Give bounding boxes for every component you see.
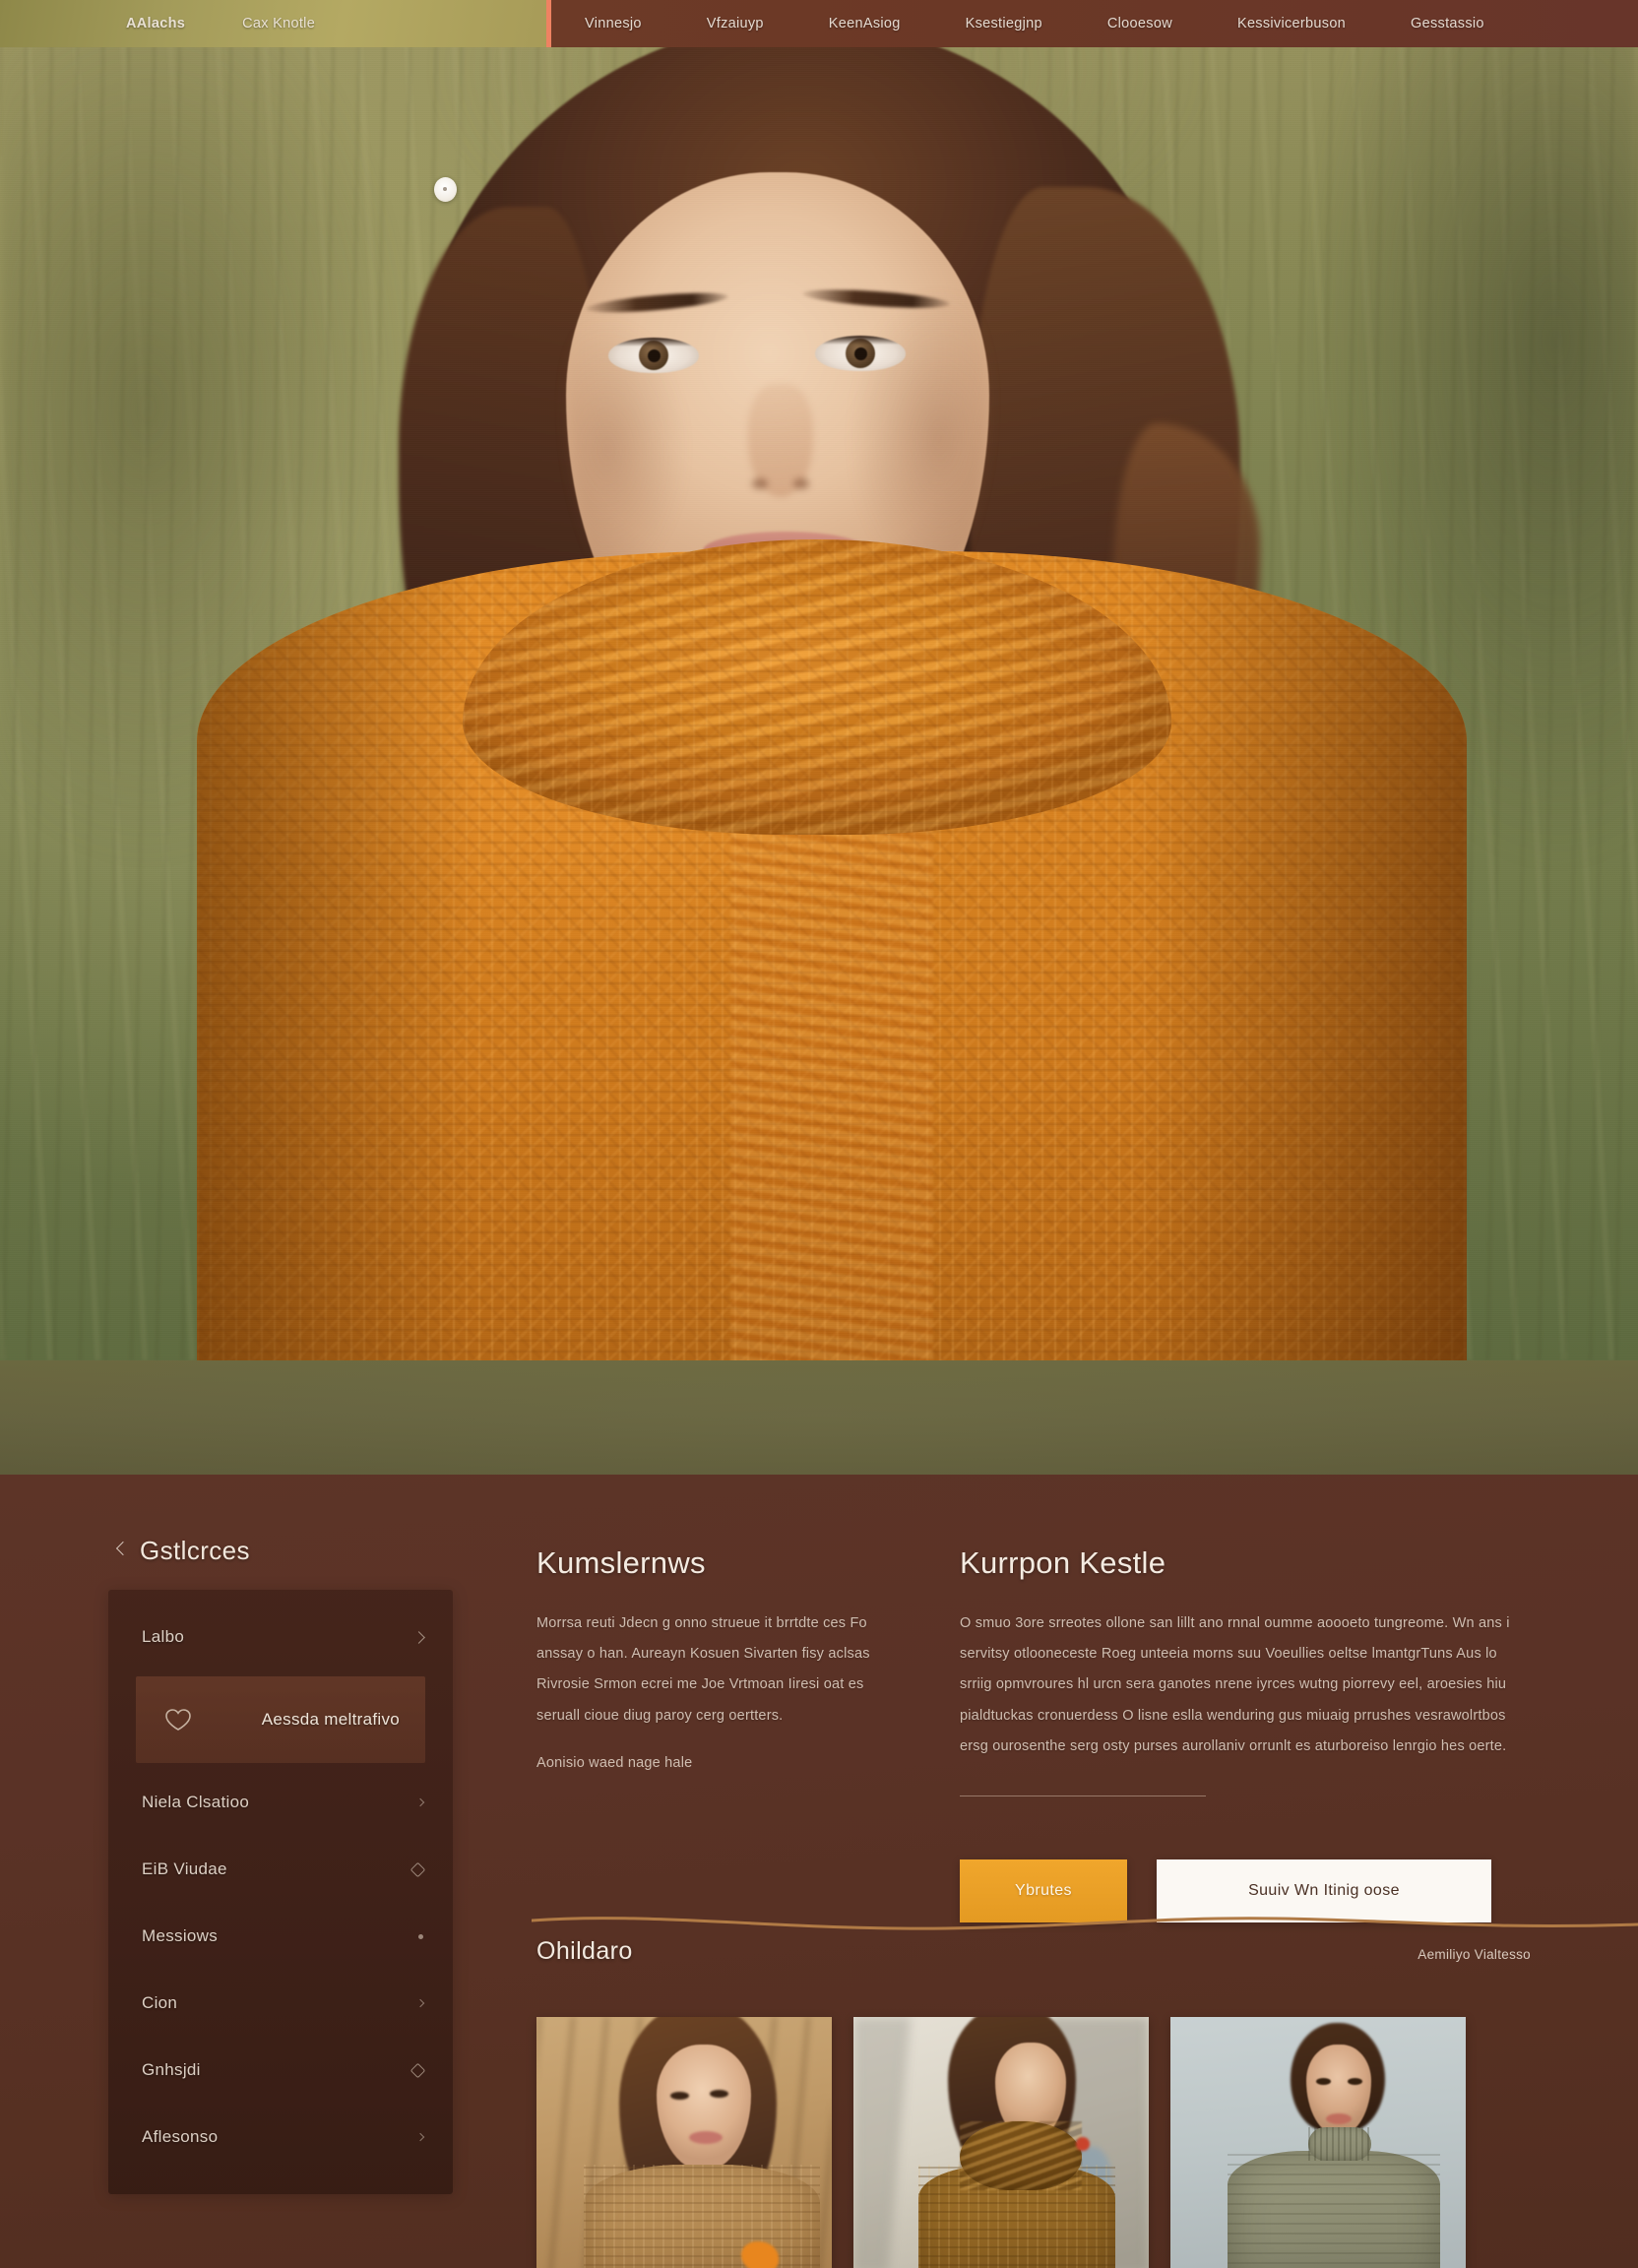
page-root: AAlachs Cax Knotle Vinnesjo Vfzaiuyp Kee…	[0, 0, 1638, 2268]
model-eyelash-right	[815, 336, 906, 345]
chevron-small-icon	[415, 2132, 425, 2142]
sidebar-item-niela-clsatioo[interactable]: Niela Clsatioo	[108, 1769, 453, 1836]
product-3-rib-texture	[1308, 2127, 1371, 2161]
sidebar: Gstlcrces Lalbo Aessda meltrafivo Niela …	[108, 1536, 453, 2194]
product-model-1-eye-right	[710, 2090, 728, 2098]
model-nostril-left	[752, 478, 768, 489]
sidebar-item-label: Gnhsjdi	[142, 2060, 201, 2079]
product-model-3-sweater	[1228, 2151, 1440, 2268]
sidebar-item-gnhsjdi[interactable]: Gnhsjdi	[108, 2037, 453, 2104]
product-image-2	[853, 2017, 1149, 2268]
nav-link-3[interactable]: KeenAsiog	[829, 16, 901, 32]
sweater-shadow-right	[1136, 551, 1467, 1360]
product-3-knit-texture	[1228, 2151, 1440, 2268]
nav-link-1[interactable]: Vinnesjo	[585, 16, 642, 32]
olive-divider-band	[0, 1360, 1638, 1475]
products-view-all-link[interactable]: Aemiliyo Vialtesso	[1418, 1947, 1531, 1962]
model-eye-left	[608, 338, 699, 373]
hero-dot-badge[interactable]	[434, 177, 457, 202]
products-header: Ohildaro Aemiliyo Vialtesso	[536, 1937, 1531, 1966]
nav-link-6[interactable]: Kessivicerbuson	[1237, 16, 1346, 32]
chevron-small-icon	[415, 1998, 425, 2008]
product-model-1-lips	[689, 2131, 723, 2144]
sidebar-item-label: Cion	[142, 1993, 178, 2012]
sidebar-item-label: Aessda meltrafivo	[261, 1710, 400, 1729]
model-eyelash-left	[608, 338, 699, 346]
nav-links-area: Vinnesjo Vfzaiuyp KeenAsiog Ksestiegjnp …	[551, 0, 1638, 47]
sidebar-item-label: Niela Clsatioo	[142, 1793, 250, 1811]
product-1-knit-texture	[584, 2165, 820, 2268]
product-model-1-sweater	[584, 2165, 820, 2268]
products-section: Ohildaro Aemiliyo Vialtesso	[536, 1937, 1531, 2268]
product-2-cowl-texture	[960, 2121, 1082, 2190]
sidebar-item-label: Messiows	[142, 1926, 219, 1945]
cowl-roll-detail	[463, 539, 1171, 835]
sidebar-item-label: EiB Viudae	[142, 1859, 227, 1878]
products-grid	[536, 2017, 1531, 2268]
sidebar-item-label: Aflesonso	[142, 2127, 219, 2146]
sidebar-item-cion[interactable]: Cion	[108, 1970, 453, 2037]
sweater-shadow-left	[197, 551, 476, 1360]
product-model-3-turtleneck	[1308, 2127, 1371, 2161]
sidebar-panel: Lalbo Aessda meltrafivo Niela Clsatioo E…	[108, 1590, 453, 2194]
sidebar-item-label: Lalbo	[142, 1627, 185, 1646]
model-nostril-right	[793, 478, 809, 489]
column-middle: Kumslernws Morrsa reuti Jdecn g onno str…	[536, 1545, 901, 1922]
nav-link-4[interactable]: Ksestiegjnp	[966, 16, 1042, 32]
diamond-icon	[410, 2062, 426, 2078]
product-2-accent-dot	[1076, 2137, 1090, 2151]
product-image-1	[536, 2017, 832, 2268]
product-model-3-lips	[1326, 2113, 1352, 2124]
top-navigation-bar: AAlachs Cax Knotle Vinnesjo Vfzaiuyp Kee…	[0, 0, 1638, 47]
product-card-1[interactable]	[536, 2017, 832, 2268]
product-model-2-cowl-scarf	[960, 2121, 1082, 2190]
sidebar-item-aessda-active[interactable]: Aessda meltrafivo	[136, 1676, 425, 1763]
product-model-3-eye-right	[1348, 2078, 1362, 2085]
nav-link-7[interactable]: Gesstassio	[1411, 16, 1484, 32]
brand-primary[interactable]: AAlachs	[126, 16, 185, 32]
nav-link-5[interactable]: Clooesow	[1107, 16, 1172, 32]
sidebar-item-labo[interactable]: Lalbo	[108, 1604, 453, 1670]
dot-icon	[418, 1933, 423, 1939]
product-model-1-eye-left	[670, 2092, 689, 2100]
content-columns: Kumslernws Morrsa reuti Jdecn g onno str…	[536, 1545, 1531, 1922]
product-card-3[interactable]	[1170, 2017, 1466, 2268]
sidebar-header: Gstlcrces	[108, 1536, 453, 1566]
column-middle-subtext: Aonisio waed nage hale	[536, 1754, 693, 1771]
nav-link-2[interactable]: Vfzaiuyp	[707, 16, 764, 32]
product-image-3	[1170, 2017, 1466, 2268]
hero-banner-image	[0, 0, 1638, 1360]
column-right: Kurrpon Kestle O smuo 3ore srreotes ollo…	[960, 1545, 1511, 1922]
column-middle-body: Morrsa reuti Jdecn g onno strueue it brr…	[536, 1615, 870, 1724]
column-middle-title: Kumslernws	[536, 1545, 706, 1580]
model-nose	[748, 384, 813, 497]
wavy-divider	[532, 1910, 1638, 1935]
chevron-small-icon	[415, 1797, 425, 1807]
sidebar-item-eib-viudae[interactable]: EiB Viudae	[108, 1836, 453, 1903]
product-card-2[interactable]	[853, 2017, 1149, 2268]
products-title: Ohildaro	[536, 1937, 633, 1965]
back-chevron-icon[interactable]	[116, 1543, 126, 1559]
product-model-3-eye-left	[1316, 2078, 1331, 2085]
column-right-title: Kurrpon Kestle	[960, 1545, 1166, 1580]
model-eye-right	[815, 336, 906, 371]
chevron-right-icon	[412, 1630, 425, 1644]
heart-icon	[163, 1707, 193, 1732]
brand-secondary[interactable]: Cax Knotle	[242, 16, 315, 32]
sidebar-item-messiows[interactable]: Messiows	[108, 1903, 453, 1970]
model-pupil-right	[853, 346, 867, 360]
nav-brand-area: AAlachs Cax Knotle	[0, 0, 551, 47]
sidebar-item-aflesonso[interactable]: Aflesonso	[108, 2104, 453, 2171]
diamond-icon	[410, 1861, 426, 1877]
sweater-cowl-neck	[463, 539, 1171, 835]
column-right-body: O smuo 3ore srreotes ollone san lillt an…	[960, 1615, 1510, 1754]
model-pupil-left	[647, 348, 661, 362]
sidebar-title: Gstlcrces	[140, 1536, 250, 1565]
